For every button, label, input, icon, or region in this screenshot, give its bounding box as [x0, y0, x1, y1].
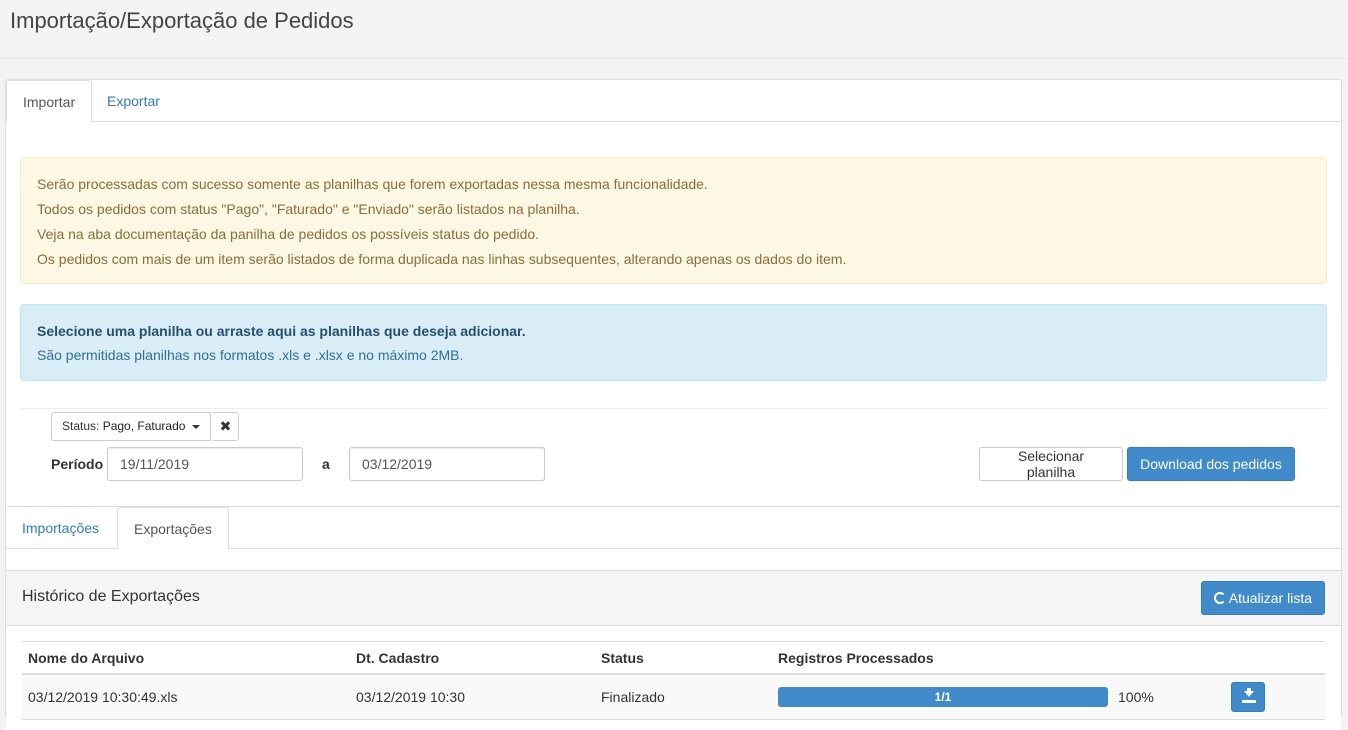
column-header: Registros Processados: [772, 641, 1225, 675]
select-spreadsheet-button[interactable]: Selecionar planilha: [979, 447, 1123, 481]
periodo-label: Período: [51, 456, 104, 472]
caret-down-icon: [191, 424, 200, 429]
status-filter-value: Pago, Faturado: [102, 419, 186, 433]
history-table: Nome do Arquivo Dt. Cadastro Status Regi…: [22, 641, 1325, 720]
download-icon-base: [1242, 699, 1256, 703]
dropzone-note: São permitidas planilhas nos formatos .x…: [37, 347, 464, 363]
progress-bar-track: 1/1: [778, 686, 1108, 707]
column-header: Status: [595, 641, 772, 675]
tab-bar: Importar Exportar: [6, 80, 1341, 123]
status-filter-dropdown[interactable]: Status: Pago, Faturado: [51, 412, 211, 441]
page-header: Importação/Exportação de Pedidos: [0, 0, 1348, 59]
tab-exportacoes[interactable]: Exportações: [117, 507, 229, 550]
column-header: Nome do Arquivo: [22, 641, 350, 675]
export-history-panel: Histórico de Exportações Atualizar lista…: [6, 570, 1341, 730]
history-tab-bar: Importações Exportações: [6, 507, 1341, 550]
main-panel: Importar Exportar Serão processadas com …: [5, 79, 1342, 730]
status-filter-label: Status:: [62, 419, 100, 433]
warning-line: Serão processadas com sucesso somente as…: [37, 176, 708, 192]
cell-file-name: 03/12/2019 10:30:49.xls: [22, 673, 350, 720]
tab-exportar[interactable]: Exportar: [91, 80, 176, 123]
tab-importacoes[interactable]: Importações: [6, 507, 115, 550]
upload-dropzone[interactable]: Selecione uma planilha ou arraste aqui a…: [20, 304, 1327, 381]
refresh-icon: [1213, 592, 1226, 604]
history-section: Importações Exportações Histórico de Exp…: [6, 506, 1341, 730]
refresh-label: Atualizar lista: [1228, 590, 1312, 606]
download-file-button[interactable]: [1231, 681, 1265, 712]
cell-progress: 1/1 100%: [772, 673, 1225, 720]
column-header-actions: [1225, 641, 1325, 675]
table-row: 03/12/2019 10:30:49.xls 03/12/2019 10:30…: [22, 673, 1325, 720]
history-title: Histórico de Exportações: [22, 588, 200, 605]
table-header-row: Nome do Arquivo Dt. Cadastro Status Regi…: [22, 641, 1325, 675]
download-icon-arrow: [1244, 690, 1254, 697]
clear-status-filter-button[interactable]: ✖: [213, 412, 239, 441]
refresh-list-button[interactable]: Atualizar lista: [1200, 581, 1325, 615]
date-to-input[interactable]: [349, 447, 545, 481]
history-header: Histórico de Exportações Atualizar lista: [6, 570, 1341, 626]
tab-importar[interactable]: Importar: [6, 80, 93, 123]
divider: [20, 408, 1327, 409]
warning-line: Os pedidos com mais de um item serão lis…: [37, 251, 847, 267]
cell-status: Finalizado: [595, 673, 772, 720]
period-separator: a: [322, 456, 330, 472]
progress-percent: 100%: [1118, 688, 1154, 705]
warning-line: Todos os pedidos com status "Pago", "Fat…: [37, 201, 580, 217]
cell-date: 03/12/2019 10:30: [350, 673, 595, 720]
warning-line: Veja na aba documentação da panilha de p…: [37, 226, 540, 242]
cell-actions: [1225, 673, 1325, 720]
column-header: Dt. Cadastro: [350, 641, 595, 675]
download-orders-button[interactable]: Download dos pedidos: [1127, 447, 1295, 481]
dropzone-title: Selecione uma planilha ou arraste aqui a…: [37, 323, 526, 339]
warning-alert: Serão processadas com sucesso somente as…: [20, 157, 1327, 284]
progress-bar-fill: 1/1: [778, 686, 1108, 707]
page-title: Importação/Exportação de Pedidos: [10, 8, 354, 33]
date-from-input[interactable]: [107, 447, 303, 481]
